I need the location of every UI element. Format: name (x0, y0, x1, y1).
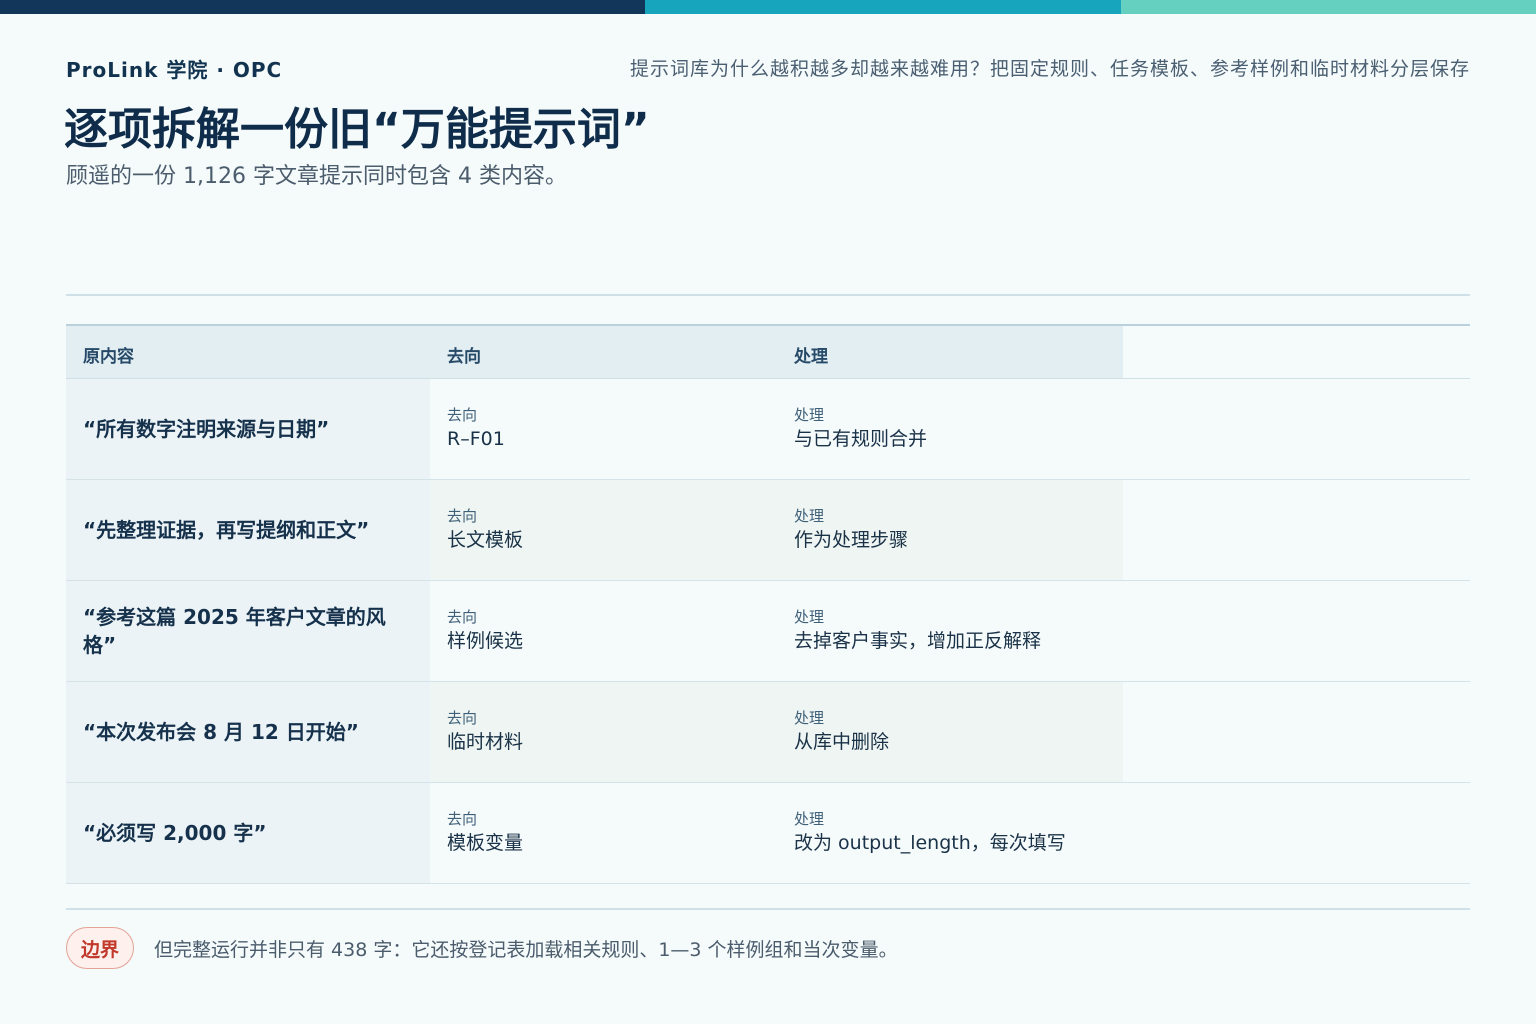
table-row: “参考这篇 2025 年客户文章的风格” 去向 样例候选 处理 去掉客户事实，增… (66, 581, 1470, 682)
original-content: “参考这篇 2025 年客户文章的风格” (66, 581, 430, 681)
breakdown-table: 原内容 去向 处理 “所有数字注明来源与日期” 去向 R–F01 处理 与已有规… (66, 324, 1470, 884)
action-label: 处理 (794, 810, 825, 828)
original-content: “本次发布会 8 月 12 日开始” (66, 682, 430, 782)
destination-label: 去向 (447, 507, 478, 525)
destination-cell: 去向 模板变量 (447, 809, 523, 857)
page-subtitle: 顾遥的一份 1,126 字文章提示同时包含 4 类内容。 (66, 164, 567, 189)
top-bar-segment-dark (0, 0, 645, 14)
table-row: “所有数字注明来源与日期” 去向 R–F01 处理 与已有规则合并 (66, 379, 1470, 480)
table-row: “必须写 2,000 字” 去向 模板变量 处理 改为 output_lengt… (66, 783, 1470, 884)
top-bar-segment-teal (645, 0, 1121, 14)
header-original: 原内容 (83, 347, 134, 367)
top-color-bar (0, 0, 1536, 14)
destination-value: R–F01 (447, 428, 505, 450)
original-content: “先整理证据，再写提纲和正文” (66, 480, 430, 580)
divider-top (66, 294, 1470, 296)
action-label: 处理 (794, 507, 825, 525)
destination-cell: 去向 临时材料 (447, 708, 523, 756)
destination-label: 去向 (447, 709, 478, 727)
page-title: 逐项拆解一份旧“万能提示词” (64, 104, 650, 155)
original-content: “必须写 2,000 字” (66, 783, 430, 883)
action-value: 与已有规则合并 (794, 428, 928, 450)
brand-label: ProLink 学院 · OPC (66, 58, 283, 82)
destination-label: 去向 (447, 810, 478, 828)
action-label: 处理 (794, 406, 825, 424)
action-label: 处理 (794, 709, 825, 727)
table-header: 原内容 去向 处理 (66, 324, 1470, 379)
action-cell: 处理 去掉客户事实，增加正反解释 (794, 607, 1041, 655)
action-value: 从库中删除 (794, 731, 890, 753)
header-action: 处理 (794, 347, 828, 367)
top-bar-segment-mint (1121, 0, 1536, 14)
destination-cell: 去向 长文模板 (447, 506, 523, 554)
boundary-badge: 边界 (66, 927, 134, 969)
action-value: 作为处理步骤 (794, 529, 909, 551)
destination-label: 去向 (447, 406, 478, 424)
destination-cell: 去向 R–F01 (447, 405, 505, 453)
action-cell: 处理 与已有规则合并 (794, 405, 927, 453)
divider-bottom (66, 908, 1470, 910)
table-row: “先整理证据，再写提纲和正文” 去向 长文模板 处理 作为处理步骤 (66, 480, 1470, 581)
destination-value: 模板变量 (447, 832, 524, 854)
destination-label: 去向 (447, 608, 478, 626)
destination-value: 样例候选 (447, 630, 524, 652)
original-content: “所有数字注明来源与日期” (66, 379, 430, 479)
action-value: 改为 output_length，每次填写 (794, 832, 1066, 854)
action-cell: 处理 从库中删除 (794, 708, 889, 756)
action-label: 处理 (794, 608, 825, 626)
action-cell: 处理 作为处理步骤 (794, 506, 908, 554)
series-tagline: 提示词库为什么越积越多却越来越难用？把固定规则、任务模板、参考样例和临时材料分层… (629, 58, 1470, 80)
action-value: 去掉客户事实，增加正反解释 (794, 630, 1042, 652)
header-destination: 去向 (447, 347, 481, 367)
destination-cell: 去向 样例候选 (447, 607, 523, 655)
action-cell: 处理 改为 output_length，每次填写 (794, 809, 1066, 857)
table-row: “本次发布会 8 月 12 日开始” 去向 临时材料 处理 从库中删除 (66, 682, 1470, 783)
boundary-note: 但完整运行并非只有 438 字：它还按登记表加载相关规则、1—3 个样例组和当次… (154, 939, 898, 961)
destination-value: 临时材料 (447, 731, 524, 753)
destination-value: 长文模板 (447, 529, 524, 551)
